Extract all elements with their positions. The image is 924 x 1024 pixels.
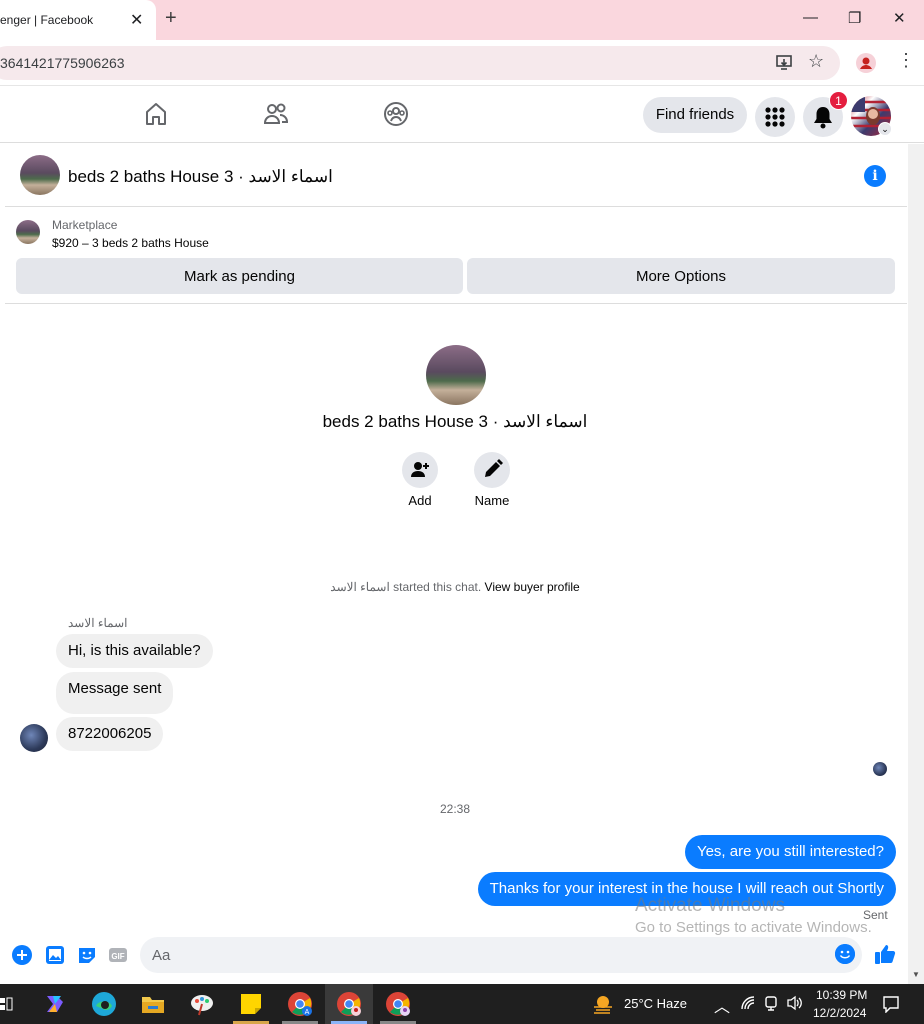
outgoing-message[interactable]: Yes, are you still interested? [684,835,896,869]
listing-thumbnail[interactable] [20,155,60,195]
friends-icon[interactable] [263,101,289,132]
sticky-notes-icon[interactable] [237,990,265,1018]
copilot-icon[interactable] [41,990,69,1018]
message-input[interactable] [140,937,862,973]
sender-avatar[interactable] [20,724,48,752]
svg-text:GIF: GIF [111,952,124,961]
message-composer: GIF [0,935,910,975]
chat-started-text: اسماء الاسد started this chat. [330,580,482,594]
emoji-icon[interactable] [835,944,855,964]
windows-taskbar: A 25°C Haze ︿ 10:39 PM 12/2/2024 [0,984,924,1024]
notification-center-icon[interactable] [882,995,900,1016]
photo-icon[interactable] [45,945,65,965]
gif-icon[interactable]: GIF [108,945,128,965]
more-options-button[interactable]: More Options [467,258,895,294]
tray-chevron-up-icon[interactable]: ︿ [714,993,730,1017]
browser-menu-icon[interactable]: ⋮ [897,50,915,71]
conversation-avatar [426,345,486,405]
plus-icon[interactable] [12,945,32,965]
add-label: Add [408,493,432,508]
sticker-icon[interactable] [77,945,97,965]
message-timestamp: 22:38 [439,802,471,816]
facebook-header: Find friends 1 ⌄ [0,87,924,143]
marketplace-label: Marketplace [52,218,118,232]
edit-name-button[interactable] [474,452,510,488]
new-tab-icon[interactable]: + [165,7,177,30]
add-people-button[interactable] [402,452,438,488]
pencil-icon [485,459,503,477]
activate-windows-subtitle: Go to Settings to activate Windows. [635,919,872,936]
clock-time[interactable]: 10:39 PM [816,988,867,1002]
chrome-profile-active-icon[interactable] [335,990,363,1018]
listing-small-thumbnail [16,220,40,244]
clock-date[interactable]: 12/2/2024 [813,1006,866,1020]
chrome-profile-other-icon[interactable] [384,990,412,1018]
svg-text:A: A [305,1009,310,1016]
minimize-icon[interactable]: — [803,9,818,26]
paint-icon[interactable] [188,990,216,1018]
listing-summary[interactable]: $920 – 3 beds 2 baths House [52,236,209,250]
home-icon[interactable] [144,101,168,132]
scrollbar[interactable]: ▼ [908,144,924,984]
browser-toolbar: 3641421775906263 ☆ ⋮ [0,40,924,86]
conversation-name: beds 2 baths House 3 · اسماء الاسد [322,412,588,431]
incoming-message[interactable]: Message sent [56,672,174,714]
profile-icon[interactable] [856,53,876,78]
wifi-icon[interactable] [740,995,756,1014]
url-text: 3641421775906263 [0,55,125,71]
thumbs-up-icon[interactable] [874,943,896,965]
restore-icon[interactable]: ❐ [848,9,861,27]
add-person-icon [411,462,429,477]
find-friends-button[interactable]: Find friends [643,97,747,133]
name-label: Name [474,493,510,508]
bookmark-star-icon[interactable]: ☆ [808,51,824,72]
tab-title: enger | Facebook [0,13,94,27]
chat-title[interactable]: beds 2 baths House 3 · اسماء الاسد [68,167,333,187]
browser-tab[interactable]: enger | Facebook ✕ [0,0,156,40]
groups-icon[interactable] [383,101,409,132]
read-receipt-avatar [873,762,887,776]
address-bar[interactable]: 3641421775906263 [0,46,840,80]
activate-windows-title: Activate Windows [635,895,785,916]
incoming-message[interactable]: Hi, is this available? [56,634,213,668]
sender-name: اسماء الاسد [68,616,128,630]
volume-icon[interactable] [786,995,804,1014]
install-app-icon[interactable] [775,53,793,76]
mark-as-pending-button[interactable]: Mark as pending [16,258,463,294]
chat-header: beds 2 baths House 3 · اسماء الاسد i [5,144,907,207]
menu-button[interactable] [755,97,795,137]
notification-badge: 1 [829,91,848,110]
chat-started-notice: اسماء الاسد started this chat. View buye… [0,580,910,594]
incoming-message[interactable]: 8722006205 [56,717,164,751]
window-close-icon[interactable]: ✕ [893,9,906,27]
chevron-down-icon[interactable]: ⌄ [878,122,892,136]
browser-tab-strip: enger | Facebook ✕ + — ❐ ✕ [0,0,924,40]
weather-text[interactable]: 25°C Haze [624,996,687,1011]
weather-haze-icon[interactable] [591,992,615,1016]
edge-icon[interactable] [90,990,118,1018]
file-explorer-icon[interactable] [139,990,167,1018]
marketplace-banner: Marketplace $920 – 3 beds 2 baths House … [5,208,907,304]
view-buyer-profile-link[interactable]: View buyer profile [485,580,580,594]
task-view-icon[interactable] [0,994,14,1014]
sent-status: Sent [863,908,888,922]
scroll-down-icon[interactable]: ▼ [912,970,920,979]
chrome-profile-a-icon[interactable]: A [286,990,314,1018]
meet-now-icon[interactable] [763,995,779,1014]
tab-close-icon[interactable]: ✕ [130,10,143,30]
info-icon[interactable]: i [864,165,886,187]
